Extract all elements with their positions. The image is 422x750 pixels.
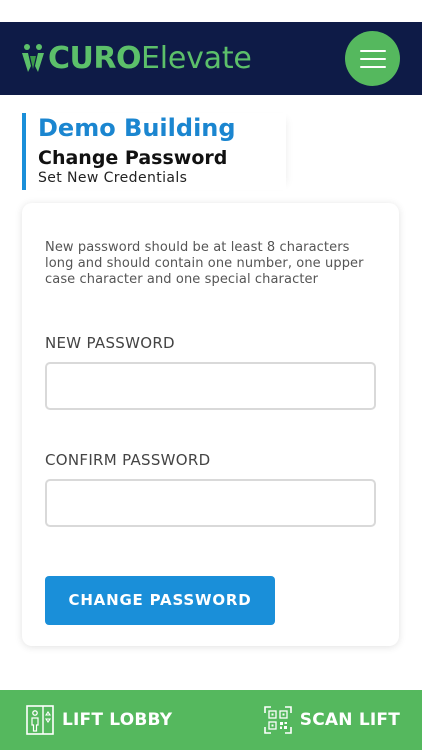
building-name: Demo Building bbox=[38, 114, 236, 142]
page-title: Change Password bbox=[38, 147, 228, 169]
new-password-input[interactable] bbox=[45, 362, 376, 410]
confirm-password-label: CONFIRM PASSWORD bbox=[45, 451, 211, 469]
lift-lobby-label: LIFT LOBBY bbox=[62, 710, 173, 730]
lift-lobby-button[interactable]: LIFT LOBBY bbox=[26, 705, 172, 735]
page-subtitle: Set New Credentials bbox=[38, 170, 188, 186]
confirm-password-input[interactable] bbox=[45, 479, 376, 527]
menu-button[interactable] bbox=[345, 31, 400, 86]
logo-text-elevate: Elevate bbox=[140, 41, 252, 76]
qr-scan-icon bbox=[263, 706, 292, 734]
scan-lift-label: SCAN LIFT bbox=[299, 710, 400, 730]
status-bar-area bbox=[0, 0, 422, 22]
scan-lift-button[interactable]: SCAN LIFT bbox=[263, 706, 400, 734]
new-password-label: NEW PASSWORD bbox=[45, 334, 175, 352]
hamburger-icon bbox=[359, 49, 386, 52]
change-password-card: New password should be at least 8 charac… bbox=[22, 203, 399, 646]
curo-logo-icon bbox=[22, 43, 44, 72]
logo-text-curo: CURO bbox=[48, 41, 141, 76]
lift-lobby-icon bbox=[26, 705, 54, 735]
bottom-nav-bar: LIFT LOBBY SCAN LIFT bbox=[0, 690, 422, 750]
app-logo: CURO Elevate bbox=[20, 41, 252, 76]
app-header: CURO Elevate bbox=[0, 22, 422, 95]
page-heading: Demo Building Change Password Set New Cr… bbox=[22, 113, 286, 190]
change-password-button[interactable]: CHANGE PASSWORD bbox=[45, 576, 275, 625]
password-requirements-hint: New password should be at least 8 charac… bbox=[45, 240, 364, 287]
